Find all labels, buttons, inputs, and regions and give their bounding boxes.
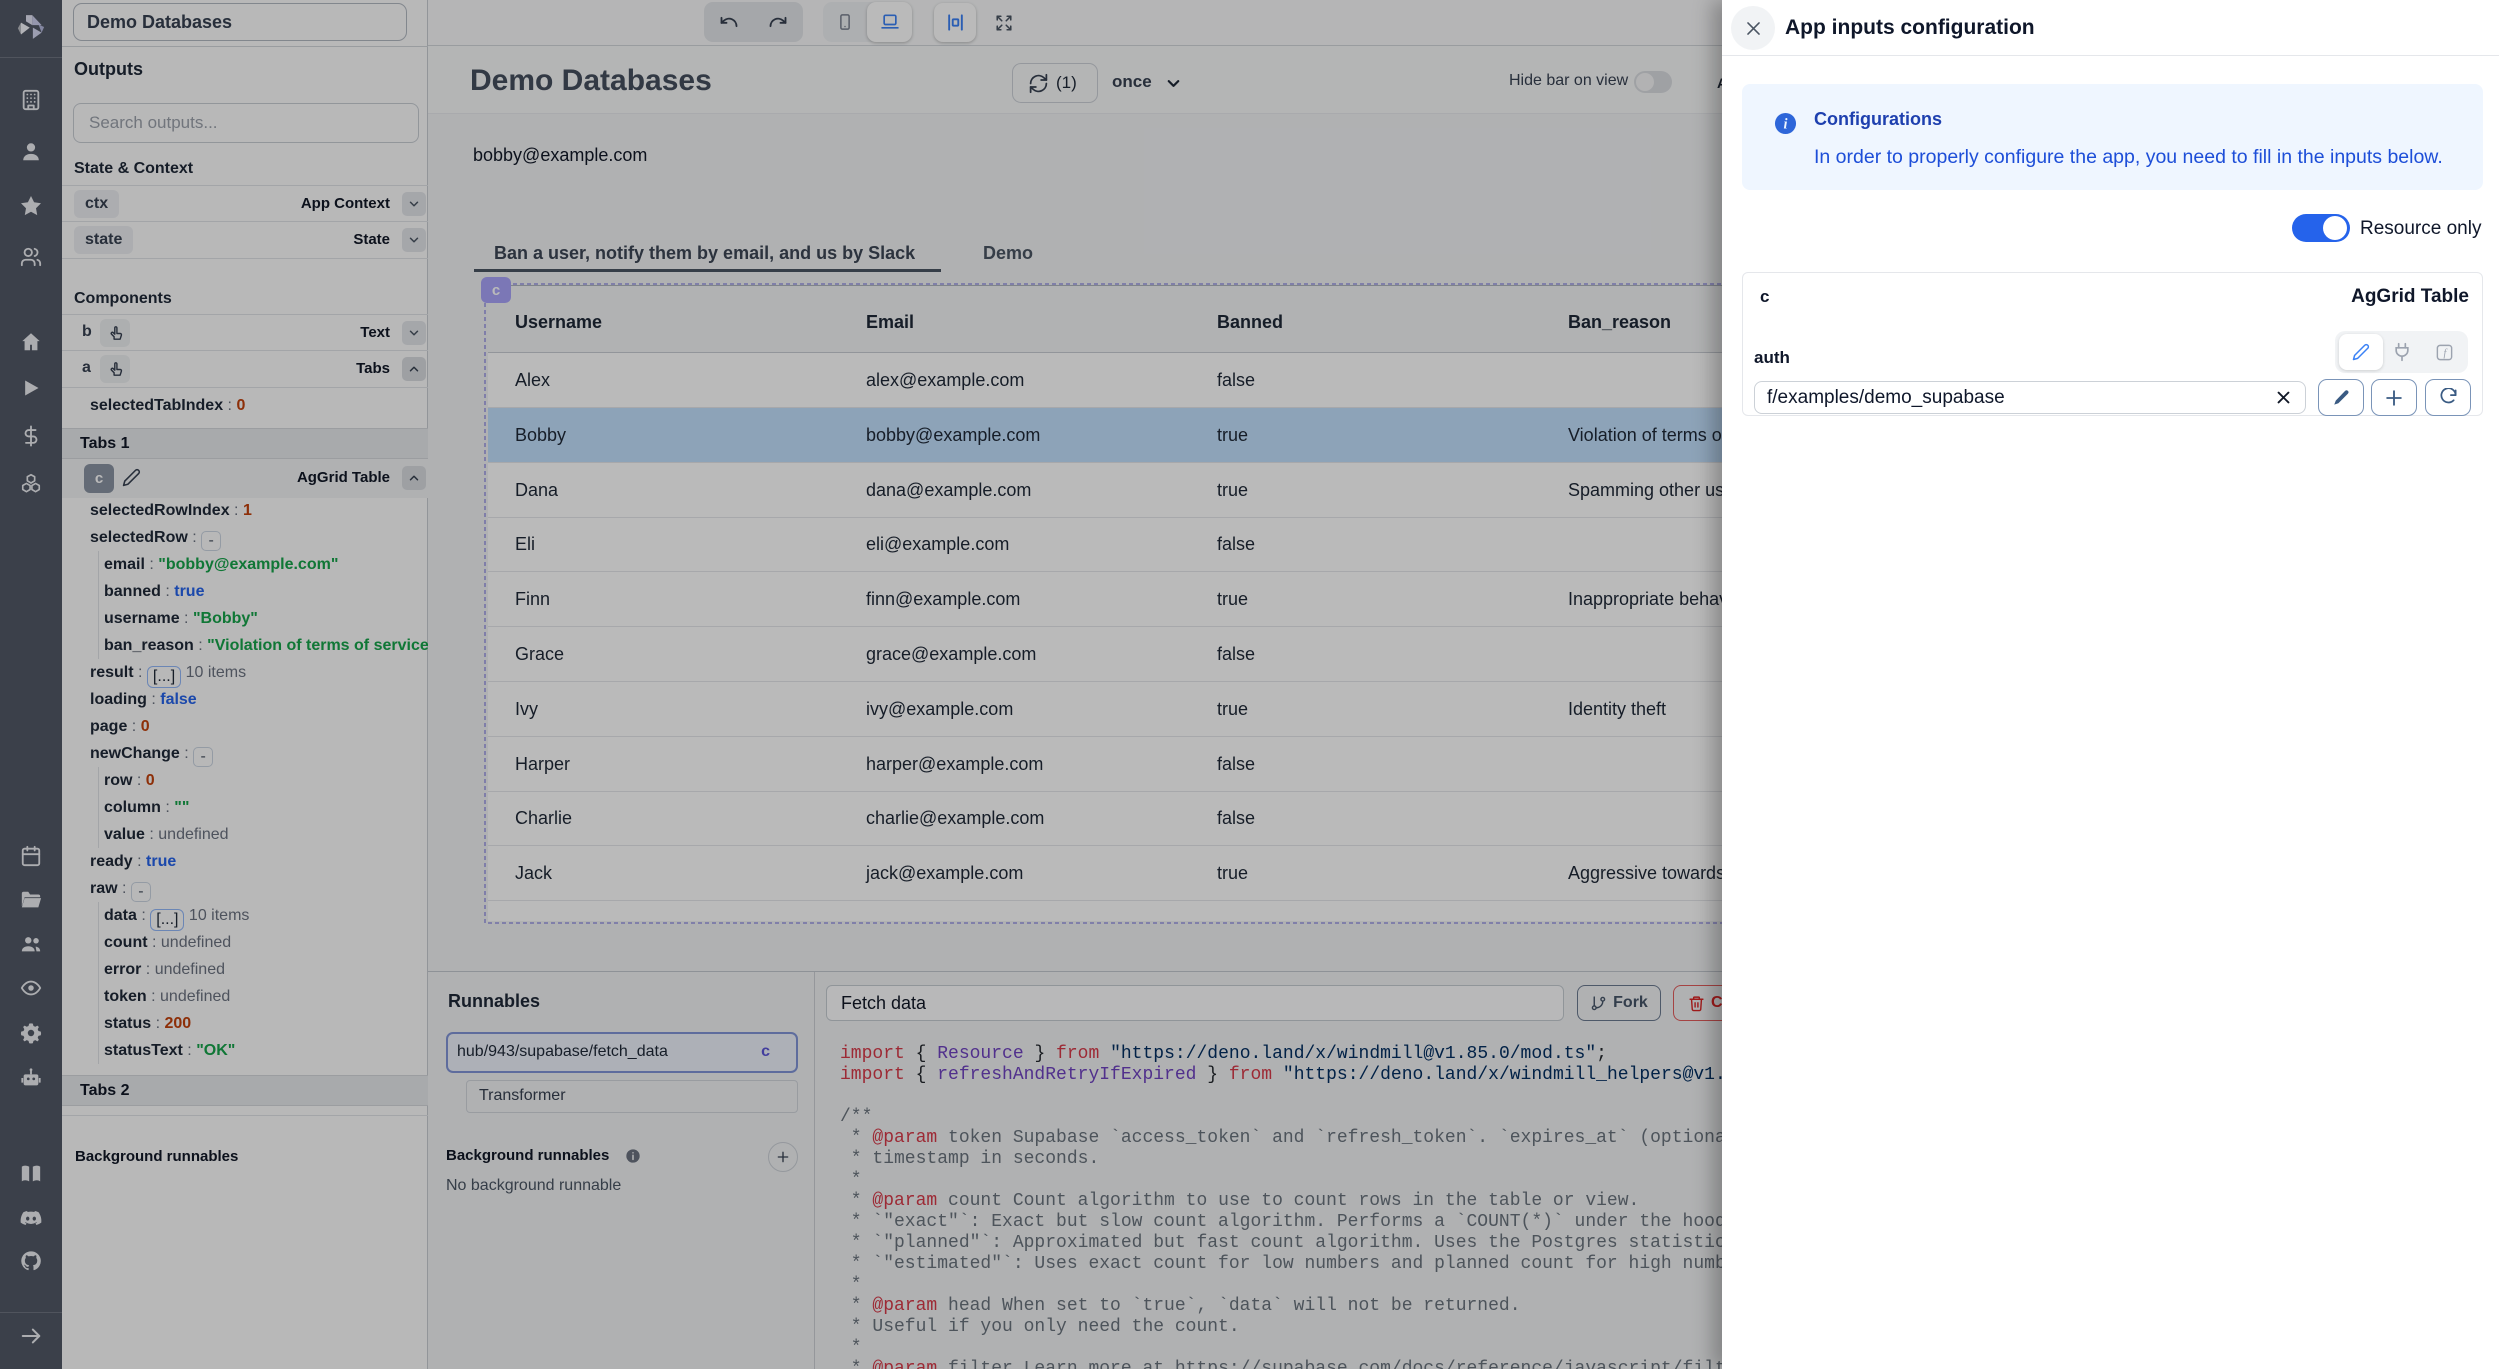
svg-text:i: i	[1784, 116, 1788, 132]
svg-text:f: f	[2443, 348, 2448, 359]
